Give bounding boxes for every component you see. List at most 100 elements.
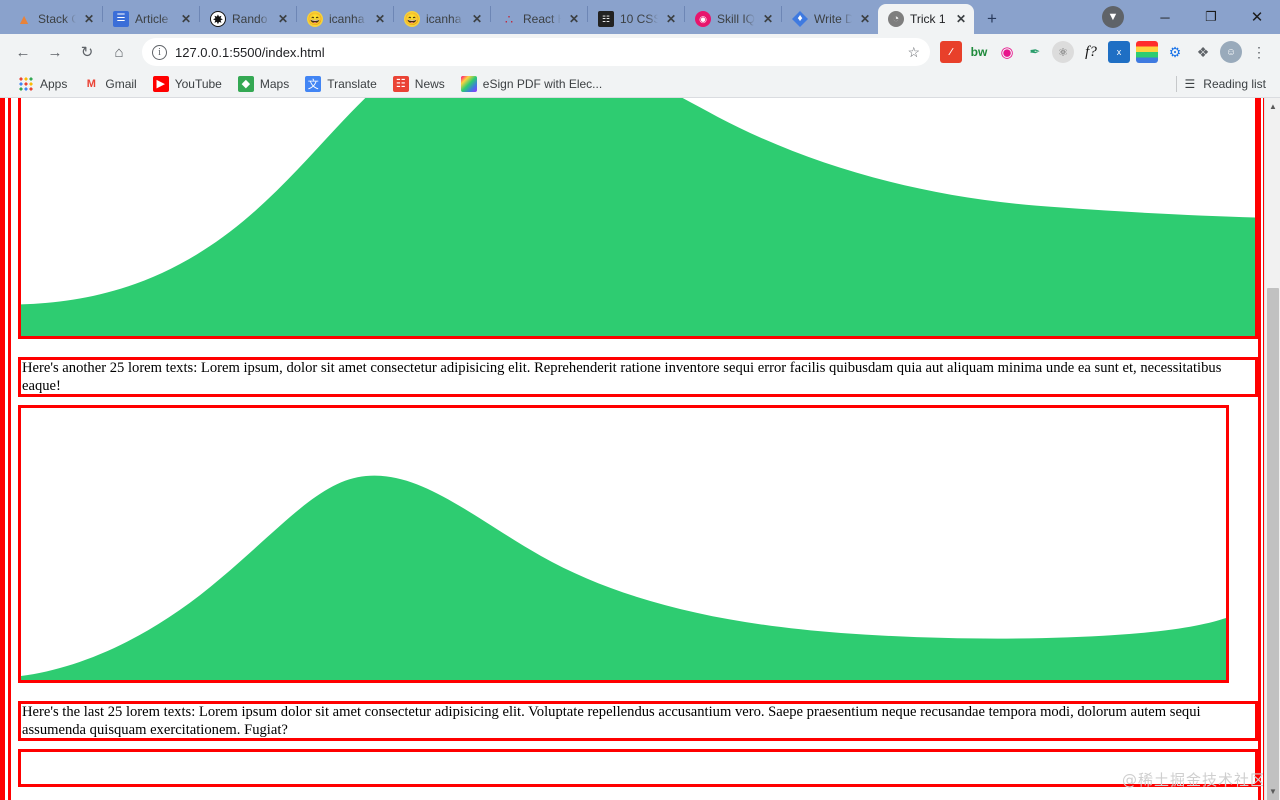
- close-icon[interactable]: ✕: [276, 12, 290, 26]
- wave-graphic-1: [21, 98, 1255, 336]
- react-devtools-extension-icon[interactable]: ⚛: [1052, 41, 1074, 63]
- minimize-button[interactable]: ─: [1142, 0, 1188, 34]
- tab-10-css[interactable]: ☷ 10 CSS ✕: [588, 4, 684, 34]
- bookmark-news[interactable]: ☷ News: [385, 76, 453, 92]
- back-button[interactable]: ←: [8, 37, 38, 67]
- reading-list-label[interactable]: Reading list: [1203, 77, 1266, 91]
- window-close-button[interactable]: ✕: [1234, 0, 1280, 34]
- bookmarks-bar-right: ☰ Reading list: [1176, 76, 1270, 92]
- site-info-icon[interactable]: i: [152, 45, 167, 60]
- wave-section-2: [18, 405, 1229, 683]
- css-icon: ☷: [598, 11, 614, 27]
- reading-list-icon: ☰: [1185, 77, 1196, 91]
- tab-title: Trick 1: [910, 12, 948, 26]
- translate-icon: 文: [305, 76, 321, 92]
- tab-article[interactable]: ☰ Article ✕: [103, 4, 199, 34]
- tab-rando[interactable]: ✸ Rando ✕: [200, 4, 296, 34]
- wave-path-1: [21, 98, 1255, 336]
- close-icon[interactable]: ✕: [470, 12, 484, 26]
- bookmark-label: YouTube: [175, 77, 222, 91]
- page-inner-frame: Here's another 25 lorem texts: Lorem ips…: [8, 98, 1261, 800]
- tab-strip: ▲ Stack O ✕ ☰ Article ✕ ✸ Rando ✕ 😄 ican…: [0, 0, 1280, 34]
- tab-write[interactable]: ♦ Write D ✕: [782, 4, 878, 34]
- close-icon[interactable]: ✕: [954, 12, 968, 26]
- scroll-up-arrow-icon[interactable]: ▲: [1265, 98, 1280, 115]
- gmail-icon: M: [83, 76, 99, 92]
- settings-extension-icon[interactable]: ⚙: [1164, 41, 1186, 63]
- paragraph-text-2: Here's the last 25 lorem texts: Lorem ip…: [22, 704, 1201, 738]
- bookmark-gmail[interactable]: M Gmail: [75, 76, 144, 92]
- paragraph-text-1: Here's another 25 lorem texts: Lorem ips…: [22, 360, 1221, 394]
- rainbow-extension-icon[interactable]: [1136, 41, 1158, 63]
- chrome-menu-icon[interactable]: ⋮: [1248, 41, 1270, 63]
- tab-title: Skill IQ: [717, 12, 755, 26]
- tab-stack-overflow[interactable]: ▲ Stack O ✕: [6, 4, 102, 34]
- bookmark-label: eSign PDF with Elec...: [483, 77, 602, 91]
- close-icon[interactable]: ✕: [567, 12, 581, 26]
- close-icon[interactable]: ✕: [179, 12, 193, 26]
- window-controls: ▼ ─ ❐ ✕: [1102, 0, 1280, 34]
- tab-title: Stack O: [38, 12, 76, 26]
- close-icon[interactable]: ✕: [664, 12, 678, 26]
- eye-dropper-extension-icon[interactable]: ◉: [996, 41, 1018, 63]
- paragraph-box-2: Here's the last 25 lorem texts: Lorem ip…: [18, 701, 1258, 741]
- extensions-puzzle-icon[interactable]: ❖: [1192, 41, 1214, 63]
- divider: [1176, 76, 1177, 92]
- tab-title: icanha: [426, 12, 464, 26]
- tab-title: Rando: [232, 12, 270, 26]
- tab-title: React H: [523, 12, 561, 26]
- close-icon[interactable]: ✕: [858, 12, 872, 26]
- random-icon: ✸: [210, 11, 226, 27]
- reload-button[interactable]: ↻: [72, 37, 102, 67]
- bookmark-label: Translate: [327, 77, 377, 91]
- react-icon: ∴: [501, 11, 517, 27]
- bookmark-label: Apps: [40, 77, 67, 91]
- tab-title: Article: [135, 12, 173, 26]
- bookmark-esign[interactable]: eSign PDF with Elec...: [453, 76, 610, 92]
- bookmark-label: Gmail: [105, 77, 136, 91]
- close-icon[interactable]: ✕: [373, 12, 387, 26]
- bookmark-translate[interactable]: 文 Translate: [297, 76, 385, 92]
- excel-extension-icon[interactable]: x: [1108, 41, 1130, 63]
- user-avatar-icon[interactable]: ☺: [1220, 41, 1242, 63]
- emoji-icon: 😄: [404, 11, 420, 27]
- trick-icon: ◔: [888, 11, 904, 27]
- color-picker-extension-icon[interactable]: ✒: [1024, 41, 1046, 63]
- paragraph-box-1: Here's another 25 lorem texts: Lorem ips…: [18, 357, 1258, 397]
- bookmarks-bar: Apps M Gmail ▶ YouTube ◆ Maps 文 Translat…: [0, 70, 1280, 98]
- bookmark-youtube[interactable]: ▶ YouTube: [145, 76, 230, 92]
- fonts-ninja-extension-icon[interactable]: f?: [1080, 41, 1102, 63]
- vertical-scrollbar[interactable]: ▲ ▼: [1264, 98, 1280, 800]
- article-icon: ☰: [113, 11, 129, 27]
- tab-icanha-2[interactable]: 😄 icanha ✕: [394, 4, 490, 34]
- close-icon[interactable]: ✕: [82, 12, 96, 26]
- url-text[interactable]: 127.0.0.1:5500/index.html: [175, 45, 899, 60]
- new-tab-button[interactable]: +: [978, 5, 1006, 33]
- bookmark-label: Maps: [260, 77, 289, 91]
- news-icon: ☷: [393, 76, 409, 92]
- bitwarden-extension-icon[interactable]: bw: [968, 41, 990, 63]
- tab-icanha-1[interactable]: 😄 icanha ✕: [297, 4, 393, 34]
- scrollbar-thumb[interactable]: [1267, 288, 1279, 800]
- bookmark-label: News: [415, 77, 445, 91]
- home-button[interactable]: ⌂: [104, 37, 134, 67]
- scroll-down-arrow-icon[interactable]: ▼: [1265, 783, 1280, 800]
- grammar-extension-icon[interactable]: ∕: [940, 41, 962, 63]
- bookmark-star-icon[interactable]: ☆: [907, 44, 920, 61]
- address-bar[interactable]: i 127.0.0.1:5500/index.html ☆: [142, 38, 930, 66]
- tab-title: Write D: [814, 12, 852, 26]
- trailing-section: [18, 749, 1258, 787]
- wave-graphic-2: [21, 408, 1226, 680]
- profile-icon[interactable]: ▼: [1102, 6, 1124, 28]
- bookmark-apps[interactable]: Apps: [10, 76, 75, 92]
- write-icon: ♦: [792, 11, 808, 27]
- youtube-icon: ▶: [153, 76, 169, 92]
- tab-skill-iq[interactable]: ◉ Skill IQ ✕: [685, 4, 781, 34]
- tab-react[interactable]: ∴ React H ✕: [491, 4, 587, 34]
- bookmark-maps[interactable]: ◆ Maps: [230, 76, 297, 92]
- close-icon[interactable]: ✕: [761, 12, 775, 26]
- wave-path-2: [21, 476, 1226, 680]
- tab-trick-1[interactable]: ◔ Trick 1 ✕: [878, 4, 974, 34]
- forward-button[interactable]: →: [40, 37, 70, 67]
- maximize-button[interactable]: ❐: [1188, 0, 1234, 34]
